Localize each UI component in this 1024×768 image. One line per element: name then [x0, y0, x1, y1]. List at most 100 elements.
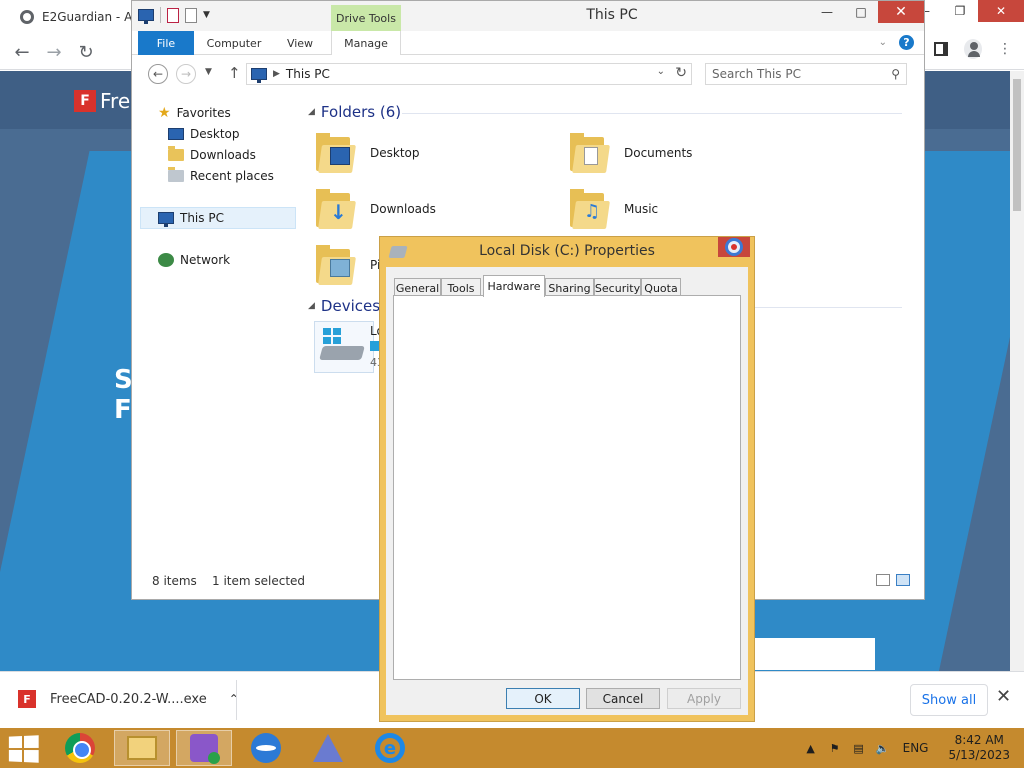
nav-favorites-label: Favorites — [176, 106, 231, 120]
tab-view[interactable]: View — [280, 31, 320, 55]
breadcrumb-chevron-icon[interactable]: ▶ — [273, 69, 280, 79]
dialog-titlebar: Local Disk (C:) Properties — [380, 237, 754, 267]
nav-this-pc-label: This PC — [180, 211, 224, 225]
tab-computer[interactable]: Computer — [202, 31, 266, 55]
taskbar-aa-app[interactable] — [300, 730, 356, 766]
taskbar-internet-explorer[interactable]: e — [362, 730, 418, 766]
show-hidden-icons-icon[interactable]: ▲ — [803, 741, 819, 755]
expand-ribbon-icon[interactable]: ⌄ — [879, 37, 887, 48]
breadcrumb[interactable]: This PC — [286, 67, 330, 81]
computer-icon — [251, 68, 267, 83]
cancel-button[interactable]: Cancel — [586, 688, 660, 709]
close-icon — [725, 238, 743, 256]
folder-tile-desktop[interactable]: Desktop — [316, 127, 566, 179]
show-all-button[interactable]: Show all — [910, 684, 988, 716]
taskbar-chrome[interactable] — [52, 730, 108, 766]
download-item[interactable]: F FreeCAD-0.20.2-W....exe ⌃ — [18, 690, 239, 708]
start-button[interactable] — [8, 735, 39, 763]
close-download-bar-icon[interactable]: ✕ — [996, 686, 1011, 707]
taskbar-visual-studio-installer[interactable] — [176, 730, 232, 766]
folder-label: Desktop — [370, 146, 420, 160]
browser-toolbar-actions: ⋮ — [932, 39, 1014, 59]
folder-tile-documents[interactable]: Documents — [570, 127, 820, 179]
nav-desktop[interactable]: Desktop — [168, 124, 240, 144]
globe-icon — [20, 10, 34, 24]
action-center-icon[interactable]: ⚑ — [827, 741, 843, 755]
search-input[interactable]: Search This PC ⚲ — [705, 63, 907, 85]
nav-favorites[interactable]: ★ Favorites — [158, 103, 231, 123]
collapse-triangle-icon[interactable]: ◢ — [308, 107, 315, 117]
freecad-file-icon: F — [18, 690, 36, 708]
folder-tile-downloads[interactable]: ↓ Downloads — [316, 183, 566, 235]
hero-headline-line-2: F — [114, 395, 132, 425]
scrollbar-thumb[interactable] — [1013, 79, 1021, 211]
recent-locations-dropdown-icon[interactable]: ▼ — [205, 67, 212, 77]
folder-label: Documents — [624, 146, 693, 160]
aa-app-icon — [313, 734, 343, 762]
refresh-icon[interactable]: ↻ — [675, 65, 687, 81]
menu-kebab-icon[interactable]: ⋮ — [996, 40, 1014, 58]
reload-icon[interactable]: ↻ — [74, 40, 98, 64]
nav-recent-places[interactable]: Recent places — [168, 166, 274, 186]
back-arrow-icon[interactable]: ← — [10, 40, 34, 64]
download-divider — [236, 680, 237, 720]
collapse-triangle-icon[interactable]: ◢ — [308, 301, 315, 311]
browser-tab[interactable]: E2Guardian - Ac — [10, 4, 140, 30]
apply-button[interactable]: Apply — [667, 688, 741, 709]
search-icon[interactable]: ⚲ — [891, 67, 900, 81]
input-language[interactable]: ENG — [903, 741, 929, 755]
address-dropdown-icon[interactable]: ⌄ — [657, 66, 665, 77]
site-logo[interactable]: F Fre — [74, 89, 130, 113]
back-arrow-icon[interactable]: ← — [148, 64, 168, 84]
large-icons-view-icon[interactable] — [896, 574, 910, 586]
clock-date: 5/13/2023 — [948, 748, 1010, 762]
address-bar[interactable]: ▶ This PC ⌄ ↻ — [246, 63, 692, 85]
profile-avatar-icon[interactable] — [964, 39, 982, 59]
forward-arrow-icon[interactable]: → — [176, 64, 196, 84]
clock[interactable]: 8:42 AM 5/13/2023 — [948, 733, 1010, 763]
tab-file[interactable]: File — [138, 31, 194, 55]
nav-desktop-label: Desktop — [190, 127, 240, 141]
tab-manage[interactable]: Manage — [331, 31, 401, 55]
minimize-icon[interactable]: — — [810, 1, 844, 23]
network-icon — [158, 253, 174, 267]
music-folder-icon: ♫ — [570, 189, 610, 229]
local-disk-tile[interactable] — [314, 321, 374, 373]
ok-button[interactable]: OK — [506, 688, 580, 709]
up-arrow-icon[interactable]: ↑ — [228, 64, 241, 82]
chevron-up-icon[interactable]: ⌃ — [229, 692, 239, 706]
forward-arrow-icon[interactable]: → — [42, 40, 66, 64]
maximize-icon[interactable]: □ — [844, 1, 878, 23]
side-panel-icon[interactable] — [932, 40, 950, 58]
nav-this-pc[interactable]: This PC — [158, 208, 224, 228]
file-explorer-icon — [127, 736, 157, 760]
help-icon[interactable]: ? — [899, 35, 914, 50]
dialog-title: Local Disk (C:) Properties — [479, 243, 655, 259]
browser-scrollbar[interactable] — [1010, 71, 1024, 671]
taskbar: e ▲ ⚑ ▤ 🔈 ENG 8:42 AM 5/13/2023 — [0, 728, 1024, 768]
folders-group-header[interactable]: ◢ Folders (6) — [308, 103, 401, 121]
ribbon-tabs: File Computer View Manage ⌄ ? — [132, 31, 924, 55]
taskbar-file-explorer[interactable] — [114, 730, 170, 766]
internet-explorer-icon: e — [375, 733, 405, 763]
nav-network[interactable]: Network — [158, 250, 230, 270]
clock-time: 8:42 AM — [954, 733, 1004, 747]
freecad-logo-icon: F — [74, 90, 96, 112]
chrome-icon — [65, 733, 95, 763]
downloads-folder-icon: ↓ — [316, 189, 356, 229]
group-divider — [402, 113, 902, 114]
nav-downloads[interactable]: Downloads — [168, 145, 256, 165]
recent-places-icon — [168, 167, 184, 182]
network-status-icon[interactable]: ▤ — [851, 741, 867, 755]
properties-dialog: Local Disk (C:) Properties General Tools… — [379, 236, 755, 722]
folder-tile-music[interactable]: ♫ Music — [570, 183, 820, 235]
volume-muted-icon[interactable]: 🔈 — [875, 741, 891, 755]
dialog-close-button[interactable] — [718, 237, 750, 257]
dialog-body: General Tools Hardware Sharing Security … — [386, 267, 748, 715]
folder-label: Downloads — [370, 202, 436, 216]
hero-input-box[interactable] — [755, 638, 875, 670]
tab-hardware[interactable]: Hardware — [483, 275, 545, 297]
taskbar-bird-app[interactable] — [238, 730, 294, 766]
details-view-icon[interactable] — [876, 574, 890, 586]
close-icon[interactable]: ✕ — [878, 1, 924, 23]
